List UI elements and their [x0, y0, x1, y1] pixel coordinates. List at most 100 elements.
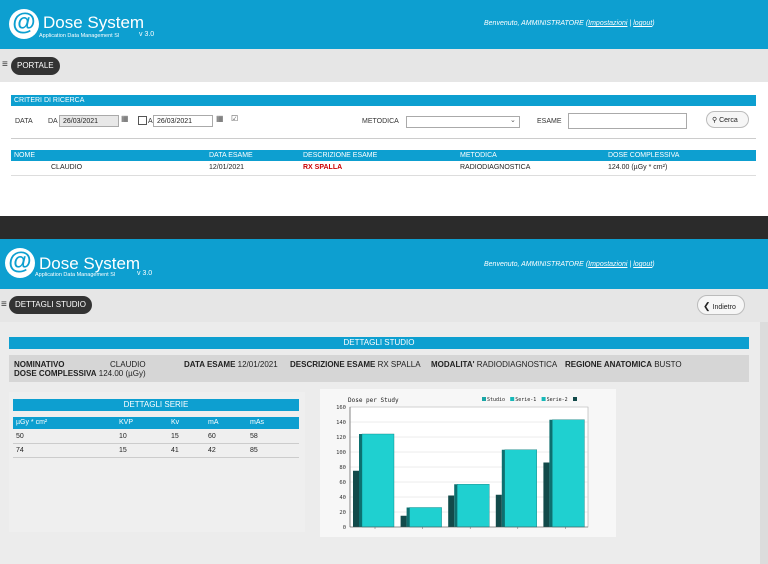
col-kvp[interactable]: KVP [119, 419, 133, 426]
back-button[interactable]: ❮ Indietro [697, 295, 745, 315]
search-button[interactable]: ⚲ Cerca [706, 111, 749, 128]
col-nome[interactable]: NOME [14, 152, 35, 159]
calendar-to-icon[interactable]: ▦ [216, 114, 224, 123]
table-row[interactable]: 50 10 15 60 58 [13, 430, 299, 444]
esame-label: ESAME [537, 118, 562, 125]
regione-field: REGIONE ANATOMICA BUSTO [565, 360, 682, 369]
app-title: Dose System [43, 13, 145, 32]
y-tick-label: 60 [339, 480, 346, 486]
scrollbar[interactable] [760, 322, 768, 564]
nominativo-label: NOMINATIVO [14, 360, 65, 369]
logout-link[interactable]: logout [633, 20, 652, 27]
y-tick-label: 20 [339, 510, 346, 516]
esame-input[interactable] [568, 113, 687, 129]
regione-label: REGIONE ANATOMICA [565, 360, 652, 369]
search-window: @ Dose System Application Data Managemen… [0, 0, 768, 216]
metodica-select[interactable] [406, 116, 520, 128]
descrizione-value: RX SPALLA [377, 360, 421, 369]
bar-serie1 [409, 507, 442, 528]
bar-serie1-side [501, 449, 505, 527]
a-label: A [148, 118, 153, 125]
y-tick-label: 40 [339, 495, 346, 501]
nav-bar: ≡ PORTALE [0, 49, 768, 82]
chevron-down-icon[interactable]: ⌄ [510, 116, 516, 124]
bar-studio [400, 515, 407, 527]
date-from-input[interactable]: 26/03/2021 [59, 115, 119, 127]
at-logo-icon: @ [5, 248, 35, 278]
data-label: DATA [15, 118, 33, 125]
menu-icon[interactable]: ≡ [1, 299, 7, 310]
paren-close: ) [652, 20, 655, 27]
y-tick-label: 100 [336, 450, 346, 456]
nominativo-value: CLAUDIO [110, 360, 146, 369]
descrizione-field: DESCRIZIONE ESAME RX SPALLA [290, 360, 421, 369]
app-version: v 3.0 [139, 31, 155, 38]
table-row[interactable]: 74 15 41 42 85 [13, 444, 299, 458]
cell-ma: 60 [208, 433, 216, 440]
col-descrizione[interactable]: DESCRIZIONE ESAME [303, 152, 377, 159]
welcome-label: Benvenuto, AMMINISTRATORE [484, 261, 584, 268]
chart-title: Dose per Study [348, 397, 399, 404]
dose-label: DOSE COMPLESSIVA [14, 369, 97, 378]
y-tick-label: 120 [336, 435, 346, 441]
cell-ugy: 50 [16, 433, 24, 440]
detail-section-header: DETTAGLI STUDIO [9, 337, 749, 349]
welcome-text: Benvenuto, AMMINISTRATORE (Impostazioni … [484, 20, 655, 27]
chart-panel: 0 20 40 60 80 100 120 140 160 Dose per Study Studi… [320, 389, 616, 537]
legend-label: Serie-2 [547, 397, 568, 403]
modalita-value: RADIODIAGNOSTICA [476, 360, 558, 369]
col-ugy[interactable]: µGy * cm² [16, 419, 47, 426]
checked-checkbox-icon[interactable]: ☑ [231, 114, 238, 123]
cell-ugy: 74 [16, 447, 24, 454]
app-subtitle: Application Data Management Sl [39, 33, 120, 39]
col-dose[interactable]: DOSE COMPLESSIVA [608, 152, 679, 159]
date-to-input[interactable]: 26/03/2021 [153, 115, 213, 127]
legend-swatch [541, 397, 546, 401]
bar-serie1 [361, 433, 395, 528]
cell-mas: 58 [250, 433, 258, 440]
series-title: DETTAGLI SERIE [123, 400, 189, 409]
cell-kvp: 15 [119, 447, 127, 454]
col-metodica[interactable]: METODICA [460, 152, 497, 159]
cell-descrizione-link[interactable]: RX SPALLA [303, 164, 342, 171]
results-header: NOME DATA ESAME DESCRIZIONE ESAME METODI… [11, 150, 756, 161]
y-tick-label: 140 [336, 420, 346, 426]
cell-kv: 41 [171, 447, 179, 454]
bar-studio [543, 462, 550, 527]
logout-link[interactable]: logout [633, 261, 652, 268]
settings-link[interactable]: Impostazioni [588, 261, 627, 268]
detail-fields-box: NOMINATIVO CLAUDIO DATA ESAME 12/01/2021… [9, 355, 749, 382]
dettagli-studio-nav-button[interactable]: DETTAGLI STUDIO [9, 296, 92, 314]
cell-nome: CLAUDIO [51, 164, 83, 171]
col-mas[interactable]: mAs [250, 419, 264, 426]
legend-swatch [510, 397, 515, 401]
date-to-checkbox[interactable] [138, 116, 147, 125]
bar-serie1-side [454, 484, 458, 527]
chevron-left-icon: ❮ [703, 301, 711, 311]
portale-nav-button[interactable]: PORTALE [11, 57, 60, 75]
link-separator: | [629, 261, 632, 268]
data-esame-label: DATA ESAME [184, 360, 236, 369]
calendar-from-icon[interactable]: ▦ [121, 114, 129, 123]
col-data-esame[interactable]: DATA ESAME [209, 152, 253, 159]
col-kv[interactable]: Kv [171, 419, 179, 426]
settings-link[interactable]: Impostazioni [588, 20, 627, 27]
bar-studio [448, 495, 455, 527]
back-button-label: Indietro [712, 304, 736, 311]
app-title: Dose System [39, 254, 141, 273]
table-row[interactable]: CLAUDIO 12/01/2021 RX SPALLA RADIODIAGNO… [11, 161, 756, 176]
col-ma[interactable]: mA [208, 419, 219, 426]
bar-serie1-side [359, 434, 362, 527]
welcome-text: Benvenuto, AMMINISTRATORE (Impostazioni … [484, 261, 655, 268]
cell-mas: 85 [250, 447, 258, 454]
welcome-label: Benvenuto, AMMINISTRATORE [484, 20, 584, 27]
bar-serie1 [552, 419, 585, 528]
cell-data-esame: 12/01/2021 [209, 164, 245, 171]
data-esame-value: 12/01/2021 [237, 360, 278, 369]
nominativo-field: NOMINATIVO [14, 360, 65, 369]
data-esame-field: DATA ESAME 12/01/2021 [184, 360, 278, 369]
series-header: DETTAGLI SERIE [13, 399, 299, 411]
cell-ma: 42 [208, 447, 216, 454]
series-panel: DETTAGLI SERIE µGy * cm² KVP Kv mA mAs 5… [9, 392, 305, 532]
menu-icon[interactable]: ≡ [2, 59, 8, 70]
